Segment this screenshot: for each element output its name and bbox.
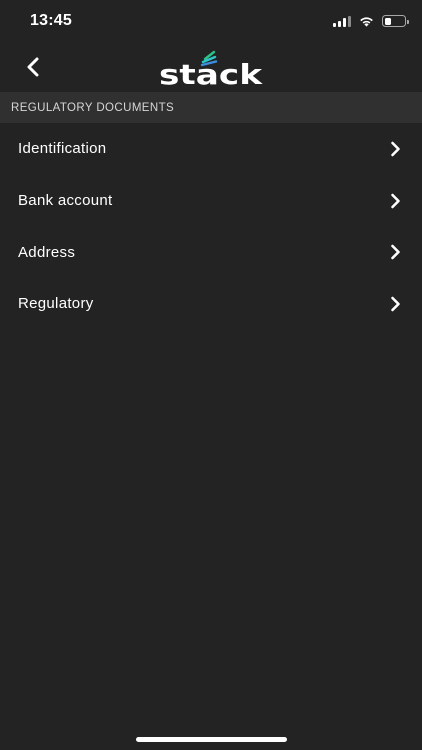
stack-logo: stack bbox=[159, 50, 264, 88]
wifi-icon bbox=[360, 16, 373, 27]
status-time: 13:45 bbox=[30, 12, 72, 29]
cellular-signal-icon bbox=[333, 15, 351, 27]
list-item-label: Regulatory bbox=[18, 295, 94, 313]
home-indicator[interactable] bbox=[136, 737, 287, 742]
logo-text: stack bbox=[159, 58, 264, 88]
section-header: REGULATORY DOCUMENTS bbox=[0, 92, 422, 123]
list-item-label: Bank account bbox=[18, 192, 113, 210]
status-bar: 13:45 bbox=[0, 0, 422, 44]
list-item-label: Identification bbox=[18, 140, 107, 158]
status-icons bbox=[333, 14, 409, 28]
list-item-label: Address bbox=[18, 243, 76, 261]
list-item-regulatory[interactable]: Regulatory bbox=[0, 278, 422, 330]
list-item-address[interactable]: Address bbox=[0, 226, 422, 278]
chevron-right-icon bbox=[391, 244, 400, 260]
battery-icon bbox=[382, 15, 409, 27]
chevron-right-icon bbox=[391, 296, 400, 312]
chevron-right-icon bbox=[391, 193, 400, 208]
screen: 13:45 stack REGULATORY DOCUMENTS Identif… bbox=[0, 0, 422, 750]
section-header-label: REGULATORY DOCUMENTS bbox=[11, 101, 175, 114]
chevron-left-icon bbox=[27, 57, 39, 77]
documents-list: Identification Bank account Address Regu… bbox=[0, 123, 422, 330]
chevron-right-icon bbox=[391, 141, 400, 157]
list-item-identification[interactable]: Identification bbox=[0, 123, 422, 175]
nav-bar: stack bbox=[0, 44, 422, 92]
back-button[interactable] bbox=[16, 52, 50, 82]
list-item-bank-account[interactable]: Bank account bbox=[0, 175, 422, 227]
